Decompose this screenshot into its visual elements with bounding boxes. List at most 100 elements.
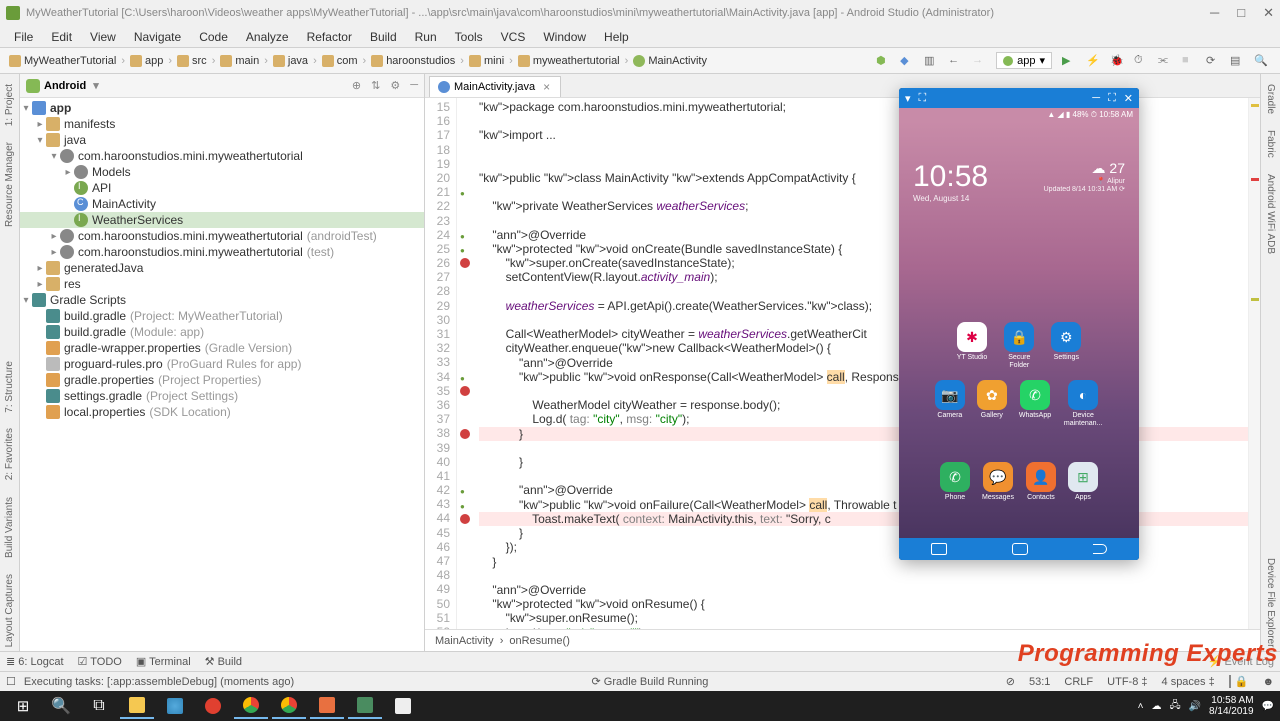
menu-edit[interactable]: Edit	[43, 28, 80, 46]
avd-manager-icon[interactable]: ⬢	[876, 54, 890, 68]
favorites-tool-tab[interactable]: 2: Favorites	[4, 424, 15, 484]
tree-item[interactable]: ▸Models	[20, 164, 424, 180]
dock-app-icon[interactable]: ✆Phone	[940, 462, 970, 502]
maximize-button[interactable]: □	[1237, 5, 1245, 21]
app-teal-taskbar[interactable]	[158, 693, 192, 719]
hide-panel-icon[interactable]: ─	[410, 79, 418, 92]
toggle-toolwindows-icon[interactable]: ☐	[6, 675, 16, 688]
tree-item[interactable]: ▸com.haroonstudios.mini.myweathertutoria…	[20, 244, 424, 260]
tray-time[interactable]: 10:58 AM	[1209, 695, 1254, 706]
tree-item[interactable]: ▾Gradle Scripts	[20, 292, 424, 308]
close-button[interactable]: ✕	[1263, 5, 1274, 21]
layout-captures-tab[interactable]: Layout Captures	[4, 570, 15, 651]
tray-overflow-icon[interactable]: ˄	[1138, 701, 1144, 712]
start-button[interactable]: ⊞	[6, 693, 40, 719]
notifications-icon[interactable]: 💬	[1262, 701, 1274, 712]
device-home-screen[interactable]: 10:58 Wed, August 14 ☁ 27 📍 Alipur Updat…	[899, 122, 1139, 538]
attach-debugger-icon[interactable]: ⫘	[1158, 54, 1172, 68]
device-file-explorer-tab[interactable]: Device File Explorer	[1265, 554, 1276, 651]
tree-item[interactable]: ▾java	[20, 132, 424, 148]
menu-code[interactable]: Code	[191, 28, 236, 46]
debug-icon[interactable]: 🐞	[1110, 54, 1124, 68]
device-back-button[interactable]	[1093, 544, 1107, 554]
forward-icon[interactable]: →	[972, 54, 986, 68]
tree-item[interactable]: ▸gradle.properties(Project Properties)	[20, 372, 424, 388]
project-tree[interactable]: ▾app▸manifests▾java▾com.haroonstudios.mi…	[20, 98, 424, 651]
profile-icon[interactable]: ⏱	[1134, 54, 1148, 68]
breadcrumb-item[interactable]: haroonstudios	[368, 54, 458, 68]
toolwindow-tab[interactable]: ⚒ Build	[205, 655, 242, 668]
sync-gradle-icon[interactable]: ⟳	[1206, 54, 1220, 68]
line-separator[interactable]: CRLF	[1064, 676, 1093, 688]
breadcrumb-item[interactable]: java	[270, 54, 311, 68]
menu-navigate[interactable]: Navigate	[126, 28, 189, 46]
panel-settings-icon[interactable]: ⚙	[390, 79, 400, 92]
tree-item[interactable]: ▸settings.gradle(Project Settings)	[20, 388, 424, 404]
menu-analyze[interactable]: Analyze	[238, 28, 297, 46]
apply-changes-icon[interactable]: ⚡	[1086, 54, 1100, 68]
device-recent-button[interactable]	[931, 543, 947, 555]
memory-indicator-icon[interactable]: ☻	[1262, 676, 1274, 688]
tree-item[interactable]: ▸com.haroonstudios.mini.myweathertutoria…	[20, 228, 424, 244]
chrome2-taskbar[interactable]	[272, 693, 306, 719]
tree-item[interactable]: ▸build.gradle(Module: app)	[20, 324, 424, 340]
app-icon[interactable]: ◐Device maintenan...	[1063, 380, 1103, 428]
menu-run[interactable]: Run	[407, 28, 445, 46]
search-button[interactable]: 🔍	[44, 693, 78, 719]
flutter-fabric-tab[interactable]: Fabric	[1265, 126, 1276, 162]
build-variants-tab[interactable]: Build Variants	[4, 493, 15, 562]
menu-tools[interactable]: Tools	[447, 28, 491, 46]
tree-item[interactable]: ▸generatedJava	[20, 260, 424, 276]
emulator-window[interactable]: ▾ ⛶ ─ ⛶ ✕ ▲ ◢ ▮ 48% ⏱ 10:58 AM 10:58 Wed…	[899, 88, 1139, 560]
toolwindow-tab[interactable]: ≣ 6: Logcat	[6, 655, 64, 668]
sdk-manager-icon[interactable]: ◆	[900, 54, 914, 68]
layout-preview-icon[interactable]: ▥	[924, 54, 938, 68]
project-tool-tab[interactable]: 1: Project	[4, 80, 15, 130]
breakpoint-gutter[interactable]: ●●●●●●	[457, 98, 473, 629]
tree-item[interactable]: ▸build.gradle(Project: MyWeatherTutorial…	[20, 308, 424, 324]
breadcrumb-item[interactable]: myweathertutorial	[515, 54, 623, 68]
dock-app-icon[interactable]: 💬Messages	[982, 462, 1014, 502]
app-icon[interactable]: ✱YT Studio	[957, 322, 988, 370]
run-icon[interactable]: ▶	[1062, 54, 1076, 68]
tray-onedrive-icon[interactable]: ☁	[1151, 701, 1161, 712]
editor-tab[interactable]: MainActivity.java×	[429, 76, 561, 97]
taskview-button[interactable]: ⧉	[82, 693, 116, 719]
device-home-button[interactable]	[1012, 543, 1028, 555]
breadcrumb-item[interactable]: main	[217, 54, 262, 68]
line-number-gutter[interactable]: 1516171819202122232425262728293031323334…	[425, 98, 457, 629]
tree-item[interactable]: ▾app	[20, 100, 424, 116]
tree-item[interactable]: ▸proguard-rules.pro(ProGuard Rules for a…	[20, 356, 424, 372]
emu-menu-icon[interactable]: ▾	[905, 92, 911, 105]
app-icon[interactable]: 🔒Secure Folder	[999, 322, 1039, 370]
tree-item[interactable]: ▸manifests	[20, 116, 424, 132]
caret-position[interactable]: 53:1	[1029, 676, 1050, 688]
explorer-taskbar[interactable]	[120, 693, 154, 719]
tray-volume-icon[interactable]: 🔊	[1189, 701, 1201, 712]
menu-help[interactable]: Help	[596, 28, 637, 46]
breadcrumb-item[interactable]: com	[319, 54, 361, 68]
menu-window[interactable]: Window	[535, 28, 594, 46]
tray-network-icon[interactable]: 🖧	[1169, 698, 1180, 715]
search-everywhere-icon[interactable]: 🔍	[1254, 54, 1268, 68]
app-icon[interactable]: 📷Camera	[935, 380, 965, 428]
resource-manager-tab[interactable]: Resource Manager	[4, 138, 15, 231]
project-view-selector[interactable]: Android ▾	[44, 79, 352, 92]
recorder-taskbar[interactable]	[310, 693, 344, 719]
file-encoding[interactable]: UTF-8 ‡	[1107, 676, 1147, 688]
tree-item[interactable]: ▸gradle-wrapper.properties(Gradle Versio…	[20, 340, 424, 356]
breadcrumb-item[interactable]: mini	[466, 54, 507, 68]
app-icon[interactable]: ⚙Settings	[1051, 322, 1081, 370]
menu-build[interactable]: Build	[362, 28, 405, 46]
tree-item[interactable]: ▸res	[20, 276, 424, 292]
breadcrumb-item[interactable]: MainActivity	[630, 54, 710, 68]
breadcrumb-item[interactable]: app	[127, 54, 166, 68]
app-icon[interactable]: ✿Gallery	[977, 380, 1007, 428]
project-structure-icon[interactable]: ▤	[1230, 54, 1244, 68]
dock-app-icon[interactable]: 👤Contacts	[1026, 462, 1056, 502]
error-stripe[interactable]	[1248, 98, 1260, 629]
opera-taskbar[interactable]	[196, 693, 230, 719]
expand-all-icon[interactable]: ⇅	[371, 79, 380, 92]
gradle-tool-tab[interactable]: Gradle	[1265, 80, 1276, 118]
breadcrumb-item[interactable]: MyWeatherTutorial	[6, 54, 119, 68]
